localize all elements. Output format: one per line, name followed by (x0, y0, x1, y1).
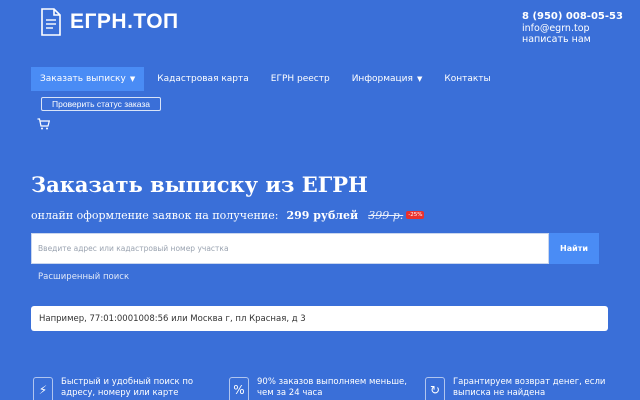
nav-information[interactable]: Информация ▼ (343, 67, 432, 91)
feature-text: выписка не найдена (453, 388, 546, 398)
nav-egrn-registry[interactable]: ЕГРН реестр (262, 67, 339, 91)
price-subtitle: онлайн оформление заявок на получение: 2… (31, 209, 425, 222)
feature-text: Гарантируем возврат денег, если (453, 377, 606, 387)
feature-refund: ↻ Гарантируем возврат денег, если выписк… (425, 377, 605, 400)
document-icon (41, 8, 61, 36)
search-box (31, 233, 549, 264)
logo-text: ЕГРН.ТОП (70, 10, 179, 33)
nav-contacts[interactable]: Контакты (435, 67, 499, 91)
nav-cadastral-map[interactable]: Кадастровая карта (148, 67, 258, 91)
check-order-status-button[interactable]: Проверить статус заказа (41, 97, 161, 111)
feature-text: адресу, номеру или карте (61, 388, 179, 398)
cart-icon[interactable] (37, 118, 50, 130)
phone-link[interactable]: 8 (950) 008-05-53 (522, 11, 623, 23)
percent-icon: % (229, 377, 249, 400)
main-nav: Заказать выписку ▼ Кадастровая карта ЕГР… (31, 67, 500, 91)
search-input[interactable] (32, 234, 548, 263)
advanced-search-link[interactable]: Расширенный поиск (38, 272, 129, 282)
subtitle-text: онлайн оформление заявок на получение: (31, 209, 279, 222)
nav-label: Информация (351, 74, 413, 84)
discount-badge: -25% (406, 211, 425, 219)
current-price: 299 рублей (286, 209, 359, 222)
nav-label: ЕГРН реестр (270, 74, 330, 84)
site-logo[interactable]: ЕГРН.ТОП (40, 8, 179, 36)
caret-down-icon: ▼ (129, 75, 136, 83)
feature-text: 90% заказов выполняем меньше, (257, 377, 407, 387)
caret-down-icon: ▼ (416, 75, 423, 83)
feature-speed: % 90% заказов выполняем меньше, чем за 2… (229, 377, 407, 400)
lightning-icon: ⚡ (33, 377, 53, 400)
nav-label: Заказать выписку (40, 74, 126, 84)
page-title: Заказать выписку из ЕГРН (31, 172, 368, 197)
old-price: 399 р. (368, 209, 404, 222)
nav-order-statement[interactable]: Заказать выписку ▼ (31, 67, 145, 91)
nav-label: Кадастровая карта (157, 74, 249, 84)
refresh-icon: ↻ (425, 377, 445, 400)
feature-fast-search: ⚡ Быстрый и удобный поиск по адресу, ном… (33, 377, 193, 400)
search-button[interactable]: Найти (549, 233, 599, 264)
contacts-block: 8 (950) 008-05-53 info@egrn.top написать… (522, 11, 623, 46)
write-us-link[interactable]: написать нам (522, 34, 623, 46)
nav-label: Контакты (444, 74, 491, 84)
search-example: Например, 77:01:0001008:56 или Москва г,… (31, 306, 608, 331)
feature-text: чем за 24 часа (257, 388, 323, 398)
email-link[interactable]: info@egrn.top (522, 23, 623, 35)
feature-text: Быстрый и удобный поиск по (61, 377, 194, 387)
